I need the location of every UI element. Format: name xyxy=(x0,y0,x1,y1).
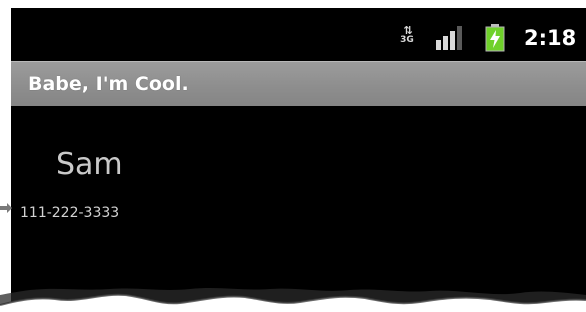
app-title: Babe, I'm Cool. xyxy=(28,73,189,95)
cell-signal-icon xyxy=(436,26,462,50)
screenshot-frame: ⇅ 3G 2:18 Babe, I'm Cool. Sam 111-222-33… xyxy=(0,0,586,312)
status-clock: 2:18 xyxy=(524,26,577,50)
title-bar: Babe, I'm Cool. xyxy=(11,61,586,106)
contact-name[interactable]: Sam xyxy=(56,145,123,185)
contact-phone-number[interactable]: 111-222-3333 xyxy=(20,203,119,223)
torn-paper-edge xyxy=(0,288,586,312)
battery-charging-icon xyxy=(485,24,505,52)
pointer-arrow-icon xyxy=(0,203,12,213)
network-type-label: 3G xyxy=(400,35,414,45)
phone-screen: ⇅ 3G 2:18 Babe, I'm Cool. Sam 111-222-33… xyxy=(11,8,586,312)
status-bar: ⇅ 3G 2:18 xyxy=(11,8,586,58)
3g-data-arrows-icon: ⇅ 3G xyxy=(396,25,418,49)
